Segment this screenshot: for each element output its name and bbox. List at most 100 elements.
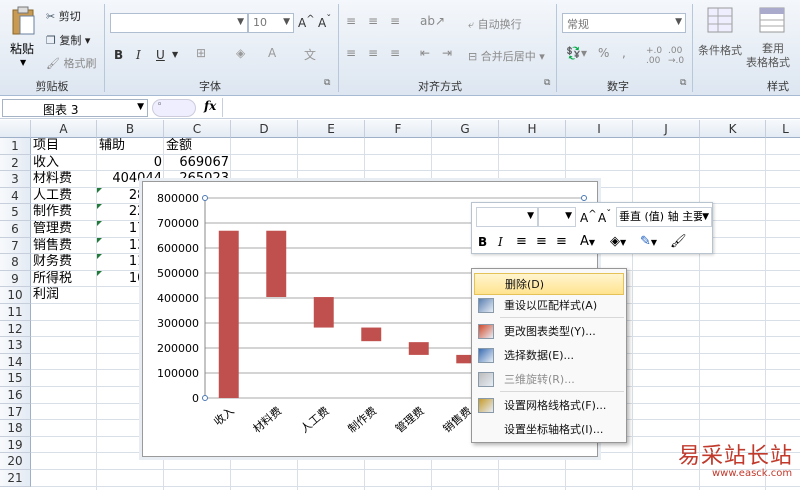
row-header-12[interactable]: 12 [0, 320, 31, 338]
increase-decimal-icon[interactable]: +.0.00 [646, 46, 662, 66]
menu-item-4[interactable]: 选择数据(E)... [474, 345, 624, 367]
column-header-f[interactable]: F [365, 120, 432, 138]
row-header-6[interactable]: 6 [0, 221, 31, 238]
column-header-i[interactable]: I [566, 120, 633, 138]
selection-handle[interactable] [202, 395, 208, 401]
align-left-icon[interactable]: ≡ [516, 234, 527, 249]
grow-font-icon[interactable]: A^ [298, 14, 315, 30]
column-header-k[interactable]: K [700, 120, 766, 138]
row-header-13[interactable]: 13 [0, 337, 31, 354]
shrink-font-icon[interactable]: Aˇ [598, 209, 611, 225]
row-header-14[interactable]: 14 [0, 353, 31, 371]
italic-icon[interactable]: I [136, 48, 141, 62]
cell-a9[interactable]: 所得税 [33, 271, 95, 288]
column-header-j[interactable]: J [633, 120, 700, 138]
dialog-launcher-icon[interactable]: ⧉ [324, 78, 330, 88]
cell-a5[interactable]: 制作费 [33, 204, 95, 221]
cell-a8[interactable]: 财务费 [33, 254, 95, 271]
decrease-indent-icon[interactable]: ⇤ [420, 46, 430, 60]
cell-a1[interactable]: 项目 [33, 138, 95, 155]
column-header-g[interactable]: G [432, 120, 499, 138]
row-header-8[interactable]: 8 [0, 254, 31, 271]
merge-center-button[interactable]: ⊟ 合并后居中 ▾ [468, 48, 545, 64]
outline-color-icon[interactable]: ✎▼ [640, 234, 657, 249]
row-header-5[interactable]: 5 [0, 204, 31, 221]
row-header-10[interactable]: 10 [0, 287, 31, 304]
grow-font-icon[interactable]: A^ [580, 209, 597, 225]
wrap-text-button[interactable]: ⤶ 自动换行 [468, 16, 522, 32]
row-header-17[interactable]: 17 [0, 403, 31, 421]
underline-icon[interactable]: U [156, 48, 165, 62]
fx-icon[interactable]: fx [204, 99, 216, 113]
row-header-21[interactable]: 21 [0, 470, 31, 487]
cell-a7[interactable]: 销售费 [33, 238, 95, 255]
font-name-combo[interactable]: ▼ [476, 207, 538, 227]
cell-a3[interactable]: 材料费 [33, 171, 95, 188]
menu-item-3[interactable]: 更改图表类型(Y)... [474, 321, 624, 343]
chart-bar[interactable] [266, 230, 287, 297]
row-header-11[interactable]: 11 [0, 304, 31, 321]
cell-a2[interactable]: 收入 [33, 155, 95, 172]
paste-button[interactable]: 粘贴 ▼ [6, 6, 40, 68]
chart-element-combo[interactable]: 垂直 (值) 轴 主要 ▼ [616, 207, 712, 227]
column-header-l[interactable]: L [766, 120, 800, 138]
menu-item-1[interactable]: 删除(D) [474, 273, 624, 295]
phonetic-icon[interactable]: 文 [304, 46, 316, 63]
row-header-2[interactable]: 2 [0, 154, 31, 172]
selection-handle[interactable] [202, 195, 208, 201]
align-right-icon[interactable]: ≡ [556, 234, 567, 249]
row-header-7[interactable]: 7 [0, 237, 31, 255]
formula-input[interactable] [222, 98, 798, 117]
font-color-icon[interactable]: A [268, 46, 276, 60]
menu-item-7[interactable]: 设置坐标轴格式(I)... [474, 419, 624, 441]
underline-dropdown-icon[interactable]: ▼ [172, 50, 178, 59]
row-header-4[interactable]: 4 [0, 187, 31, 205]
name-box[interactable]: 图表 3 ▼ [2, 99, 148, 117]
menu-item-6[interactable]: 设置网格线格式(F)... [474, 395, 624, 417]
copy-button[interactable]: ❐ 复制 ▾ [46, 32, 90, 48]
align-center-icon[interactable]: ≡ [368, 46, 378, 60]
row-header-16[interactable]: 16 [0, 387, 31, 404]
cell-a10[interactable]: 利润 [33, 287, 95, 304]
menu-item-5[interactable]: 三维旋转(R)... [474, 369, 624, 391]
row-header-18[interactable]: 18 [0, 420, 31, 437]
column-header-d[interactable]: D [231, 120, 298, 138]
number-format-combo[interactable]: 常规 ▼ [562, 13, 686, 33]
chart-bar[interactable] [408, 342, 429, 355]
row-header-19[interactable]: 19 [0, 436, 31, 454]
dialog-launcher-icon[interactable]: ⧉ [544, 78, 550, 88]
conditional-format-button[interactable]: 条件格式 [696, 6, 744, 72]
fill-color-icon[interactable]: ◈ [236, 46, 245, 60]
currency-icon[interactable]: 💱▾ [566, 46, 587, 60]
font-size-combo[interactable]: 10 ▼ [248, 13, 294, 33]
decrease-decimal-icon[interactable]: .00 →.0 [668, 46, 684, 66]
cell-a4[interactable]: 人工费 [33, 188, 95, 205]
cell-b2[interactable]: 0 [99, 155, 162, 172]
dialog-launcher-icon[interactable]: ⧉ [680, 78, 686, 88]
format-painter-button[interactable]: 🖌 格式刷 [46, 55, 96, 71]
select-all-corner[interactable] [0, 120, 31, 138]
row-header-20[interactable]: 20 [0, 453, 31, 470]
format-painter-icon[interactable]: 🖌 [670, 234, 687, 249]
table-format-button[interactable]: 套用 表格格式 [746, 6, 796, 72]
orientation-icon[interactable]: ab↗ [420, 14, 445, 28]
row-header-1[interactable]: 1 [0, 138, 31, 155]
row-header-15[interactable]: 15 [0, 370, 31, 387]
column-header-c[interactable]: C [164, 120, 231, 138]
chart-bar[interactable] [361, 327, 382, 342]
column-header-b[interactable]: B [97, 120, 164, 138]
splitter-icon[interactable]: ◦ [152, 99, 196, 117]
align-left-icon[interactable]: ≡ [346, 46, 356, 60]
font-color-icon[interactable]: A▼ [580, 234, 595, 249]
column-header-a[interactable]: A [31, 120, 97, 138]
chart-bar[interactable] [313, 297, 334, 328]
align-center-icon[interactable]: ≡ [536, 234, 547, 249]
cell-c2[interactable]: 669067 [166, 155, 229, 172]
font-name-combo[interactable]: ▼ [110, 13, 248, 33]
comma-icon[interactable]: , [622, 46, 626, 60]
align-bottom-icon[interactable]: ≡ [390, 14, 400, 28]
fill-color-icon[interactable]: ◈▼ [610, 234, 626, 249]
border-icon[interactable]: ⊞ [196, 46, 206, 60]
italic-icon[interactable]: I [498, 235, 503, 249]
cell-c1[interactable]: 金额 [166, 138, 229, 155]
